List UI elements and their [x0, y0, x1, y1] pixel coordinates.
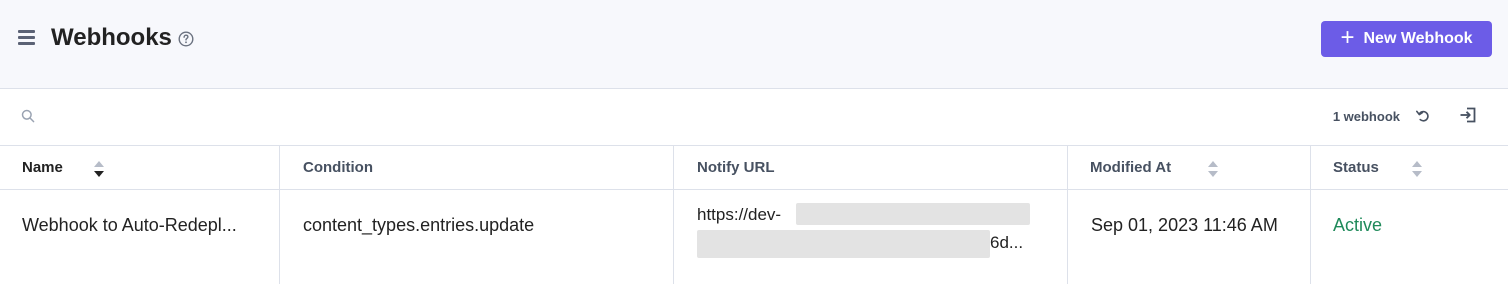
new-webhook-label: New Webhook — [1363, 30, 1473, 47]
sort-icon[interactable] — [93, 160, 105, 178]
column-label: Condition — [303, 159, 373, 176]
modified-at-cell — [1068, 190, 1311, 284]
column-label: Status — [1333, 159, 1379, 176]
sort-icon[interactable] — [1411, 160, 1423, 178]
status-text: Active — [1333, 215, 1383, 235]
column-header-name[interactable]: Name — [0, 146, 280, 189]
sort-icon[interactable] — [1207, 160, 1219, 178]
new-webhook-button[interactable]: + New Webhook — [1321, 21, 1492, 57]
refresh-icon[interactable] — [1415, 108, 1431, 124]
column-label: Modified At — [1090, 159, 1172, 176]
table-toolbar: 1 webhook — [0, 89, 1508, 146]
hamburger-menu-icon[interactable] — [18, 30, 35, 46]
table-header: Name Condition Notify URL Modified At St… — [0, 146, 1508, 190]
table-row[interactable]: Webhook to Auto-Redepl... content_types.… — [0, 190, 1508, 284]
search-icon[interactable] — [21, 109, 35, 123]
column-label: Name — [22, 159, 63, 176]
plus-icon: + — [1340, 23, 1355, 51]
webhook-condition: content_types.entries.update — [303, 215, 535, 235]
notify-url-end: 6d... — [990, 233, 1024, 252]
webhook-modified-at: Sep 01, 2023 11:46 AM — [1091, 215, 1278, 235]
column-label: Notify URL — [697, 159, 775, 176]
column-header-condition[interactable]: Condition — [280, 146, 674, 189]
webhook-name[interactable]: Webhook to Auto-Redepl... — [22, 215, 237, 236]
webhook-count: 1 webhook — [1332, 109, 1400, 124]
redacted-url-part — [796, 203, 1030, 225]
column-header-status[interactable]: Status — [1311, 146, 1508, 189]
page-header: Webhooks + New Webhook — [0, 0, 1508, 89]
notify-url-start: https://dev- — [697, 205, 782, 224]
help-icon[interactable] — [178, 31, 194, 47]
column-header-notify-url[interactable]: Notify URL — [674, 146, 1068, 189]
condition-cell — [280, 190, 674, 284]
page-title: Webhooks — [51, 24, 172, 51]
export-icon[interactable] — [1459, 106, 1477, 124]
name-cell — [0, 190, 280, 284]
redacted-url-part — [697, 230, 990, 258]
column-header-modified-at[interactable]: Modified At — [1068, 146, 1311, 189]
